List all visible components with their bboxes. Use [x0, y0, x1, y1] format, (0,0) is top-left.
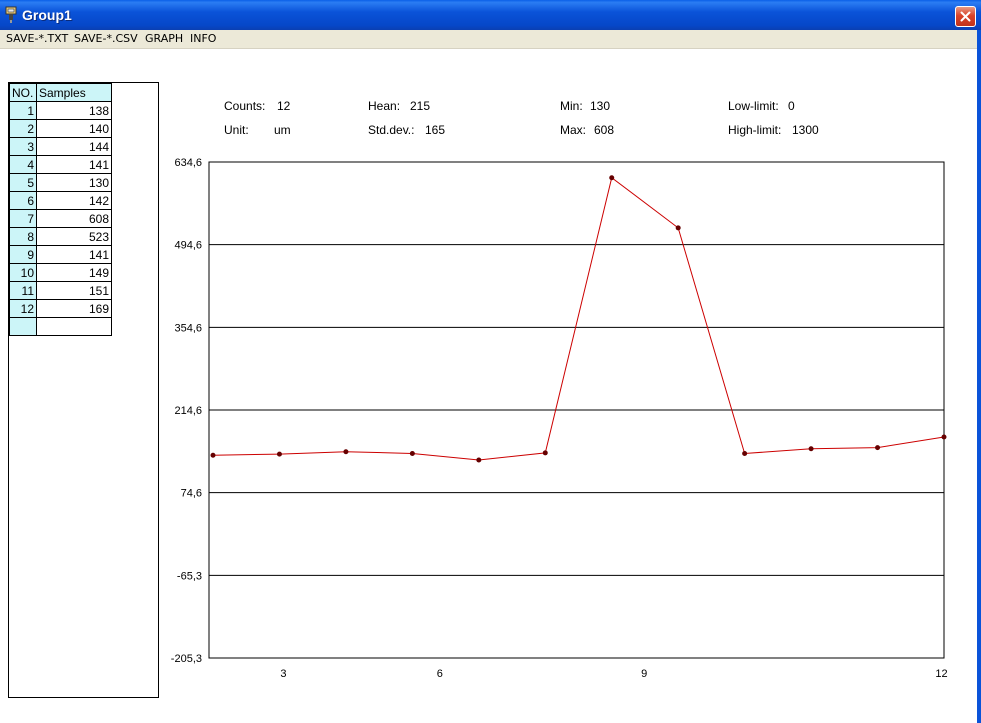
counts-value: 12	[277, 99, 291, 113]
table-header-row: NO. Samples	[9, 83, 112, 102]
samples-panel: NO. Samples 1 138 2 140 3 144 4 141 5 130 6 14…	[8, 82, 159, 698]
samples-table: NO. Samples 1 138 2 140 3 144 4 141 5 130 6 14…	[9, 83, 112, 336]
sample-value: 138	[36, 101, 112, 120]
row-number: 4	[9, 155, 37, 174]
data-point	[808, 446, 814, 452]
row-number: 5	[9, 173, 37, 192]
table-row-empty[interactable]	[9, 317, 112, 336]
data-point	[875, 445, 881, 451]
row-number: 1	[9, 101, 37, 120]
stddev-label: Std.dev.:	[368, 123, 415, 137]
data-point	[343, 449, 349, 455]
min-value: 130	[590, 99, 611, 113]
close-icon	[960, 11, 971, 22]
low-limit-value: 0	[788, 99, 795, 113]
data-point	[210, 452, 216, 458]
table-row[interactable]: 1 138	[9, 101, 112, 120]
line-chart: 634,6 494,6 354,6 214,6 74,6 -65,3 -205,3 3 6 9 12	[171, 157, 948, 680]
close-button[interactable]	[955, 6, 976, 27]
min-label: Min:	[560, 99, 583, 113]
low-limit-label: Low-limit:	[728, 99, 779, 113]
title-bar: Group1	[0, 0, 981, 30]
table-row[interactable]: 9 141	[9, 245, 112, 264]
row-number: 9	[9, 245, 37, 264]
counts-label: Counts:	[224, 99, 266, 113]
table-row[interactable]: 6 142	[9, 191, 112, 210]
sample-value: 141	[36, 245, 112, 264]
menu-bar: SAVE-*.TXT SAVE-*.CSV GRAPH INFO	[0, 30, 981, 49]
y-tick-label: -65,3	[177, 570, 202, 582]
table-row[interactable]: 10 149	[9, 263, 112, 282]
unit-value: um	[274, 123, 291, 137]
sample-value: 140	[36, 119, 112, 138]
gauge-app-icon	[5, 6, 17, 23]
sample-value: 142	[36, 191, 112, 210]
sample-value: 151	[36, 281, 112, 300]
data-point	[675, 225, 681, 231]
mean-label: Hean:	[368, 99, 401, 113]
row-number: 8	[9, 227, 37, 246]
mean-value: 215	[410, 99, 431, 113]
menu-graph[interactable]: GRAPH	[145, 32, 183, 45]
table-row[interactable]: 5 130	[9, 173, 112, 192]
row-number: 3	[9, 137, 37, 156]
data-point	[476, 457, 482, 463]
data-point	[409, 450, 415, 456]
unit-label: Unit:	[224, 123, 249, 137]
x-tick-label: 6	[437, 668, 443, 680]
x-tick-label: 12	[935, 668, 947, 680]
row-number: 6	[9, 191, 37, 210]
column-header-no: NO.	[9, 83, 37, 102]
y-tick-label: 354,6	[174, 322, 202, 334]
row-number	[9, 317, 37, 336]
sample-value	[36, 317, 112, 336]
row-number: 12	[9, 299, 37, 318]
table-row[interactable]: 7 608	[9, 209, 112, 228]
table-row[interactable]: 12 169	[9, 299, 112, 318]
x-tick-label: 3	[280, 668, 286, 680]
sample-value: 149	[36, 263, 112, 282]
sample-value: 523	[36, 227, 112, 246]
row-number: 11	[9, 281, 37, 300]
row-number: 7	[9, 209, 37, 228]
column-header-samples: Samples	[36, 83, 112, 102]
x-tick-label: 9	[641, 668, 647, 680]
menu-save-txt[interactable]: SAVE-*.TXT	[6, 32, 68, 45]
y-tick-label: 634,6	[174, 157, 202, 169]
high-limit-value: 1300	[792, 123, 819, 137]
table-row[interactable]: 4 141	[9, 155, 112, 174]
table-row[interactable]: 11 151	[9, 281, 112, 300]
y-tick-label: -205,3	[171, 653, 202, 665]
table-row[interactable]: 3 144	[9, 137, 112, 156]
data-point	[941, 434, 947, 440]
sample-value: 144	[36, 137, 112, 156]
table-row[interactable]: 8 523	[9, 227, 112, 246]
menu-info[interactable]: INFO	[190, 32, 216, 45]
max-label: Max:	[560, 123, 587, 137]
data-point	[276, 451, 282, 457]
y-tick-label: 214,6	[174, 405, 202, 417]
sample-value: 130	[36, 173, 112, 192]
sample-value: 608	[36, 209, 112, 228]
high-limit-label: High-limit:	[728, 123, 782, 137]
sample-value: 141	[36, 155, 112, 174]
stddev-value: 165	[425, 123, 446, 137]
row-number: 2	[9, 119, 37, 138]
data-point	[542, 450, 548, 456]
row-number: 10	[9, 263, 37, 282]
table-row[interactable]: 2 140	[9, 119, 112, 138]
y-tick-label: 494,6	[174, 240, 202, 252]
y-tick-label: 74,6	[181, 488, 202, 500]
menu-save-csv[interactable]: SAVE-*.CSV	[74, 32, 138, 45]
data-point	[742, 450, 748, 456]
window-title: Group1	[22, 7, 72, 23]
data-point	[609, 175, 615, 181]
max-value: 608	[594, 123, 615, 137]
window-border	[977, 30, 981, 723]
sample-value: 169	[36, 299, 112, 318]
